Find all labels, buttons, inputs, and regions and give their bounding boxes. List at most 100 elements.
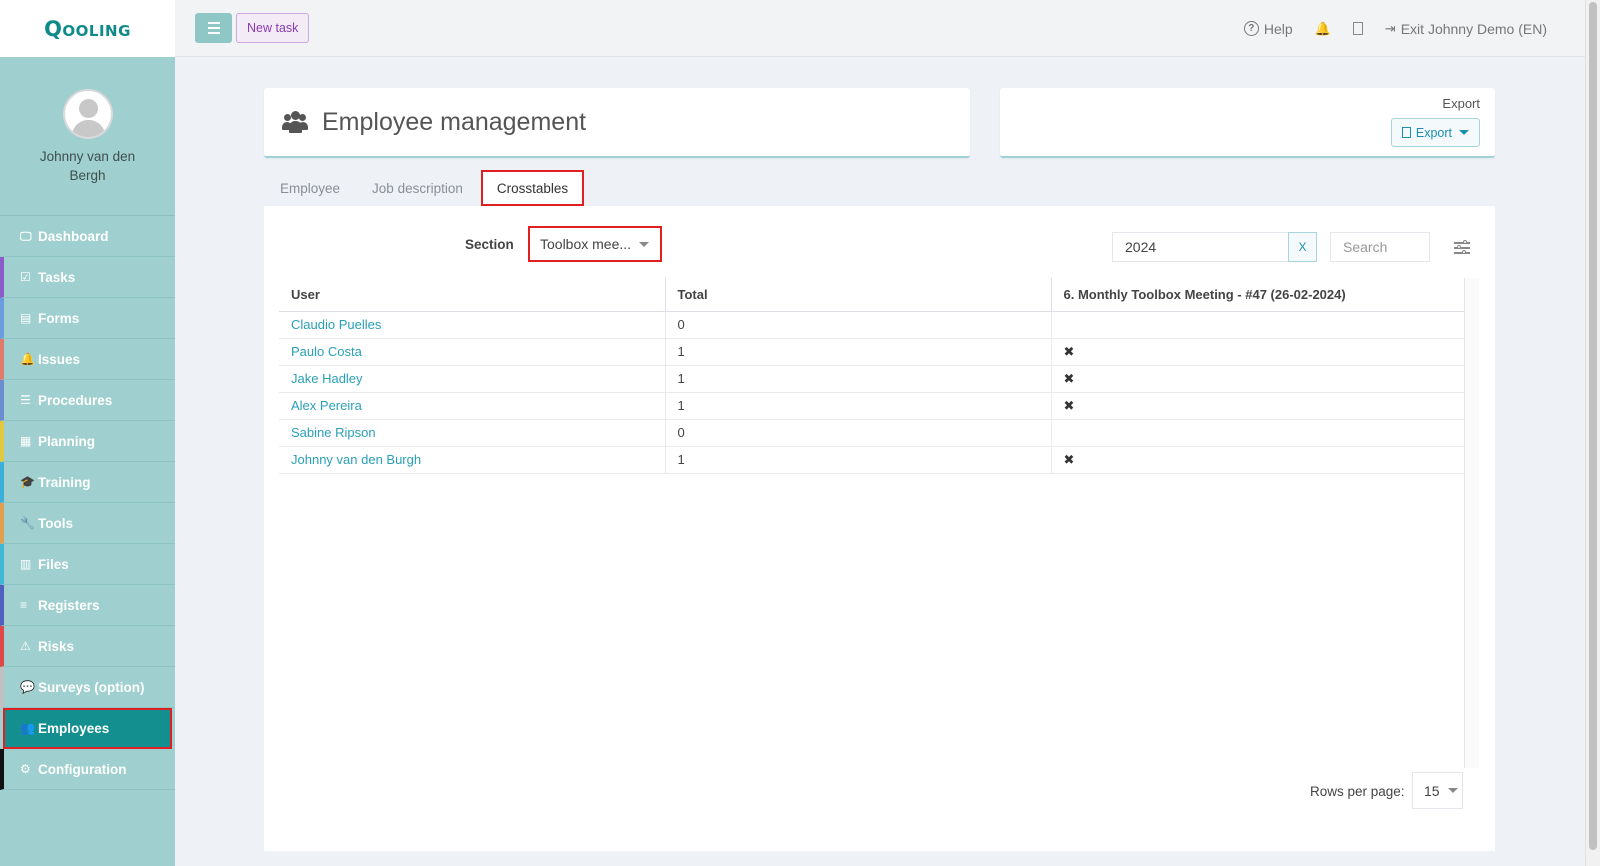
total-cell: 1 (664, 338, 1051, 366)
page-scrollbar[interactable] (1585, 0, 1600, 866)
clear-year-button[interactable]: X (1288, 232, 1317, 262)
building-icon (1352, 22, 1363, 35)
sidebar-item-label: Files (38, 556, 69, 572)
sidebar-item-configuration[interactable]: ⚙ Configuration (0, 749, 175, 790)
calendar-icon: ▦ (20, 434, 32, 448)
sidebar-item-label: Surveys (option) (38, 679, 145, 695)
graduation-cap-icon: 🎓 (20, 475, 35, 489)
file-pdf-icon: ▥ (20, 557, 32, 571)
building-button[interactable] (1352, 22, 1363, 35)
users-icon: 👥 (20, 721, 35, 735)
table-row: Sabine Ripson 0 (279, 419, 1464, 447)
column-header-meeting[interactable]: 6. Monthly Toolbox Meeting - #47 (26-02-… (1050, 278, 1464, 312)
rows-per-page-label: Rows per page: (1310, 784, 1405, 799)
wrench-icon: 🔧 (20, 516, 35, 530)
page-title: Employee management (322, 107, 587, 136)
column-header-total[interactable]: Total (664, 278, 1051, 312)
sidebar-item-planning[interactable]: ▦ Planning (0, 421, 175, 462)
total-cell: 1 (664, 392, 1051, 420)
year-filter-input[interactable]: 2024 (1112, 232, 1289, 262)
crosstable-panel: Section Toolbox mee... 2024 X Search Use… (264, 206, 1495, 851)
export-button[interactable]: Export (1390, 118, 1480, 147)
export-button-label: Export (1415, 125, 1452, 140)
avatar[interactable] (62, 89, 113, 139)
sidebar-item-tools[interactable]: 🔧 Tools (0, 503, 175, 544)
notifications-button[interactable]: 🔔 (1315, 21, 1331, 37)
user-profile: Johnny van den Bergh (0, 57, 175, 216)
sidebar-item-surveys-option[interactable]: 💬 Surveys (option) (0, 667, 175, 708)
search-input[interactable]: Search (1330, 232, 1430, 262)
user-link[interactable]: Jake Hadley (279, 365, 665, 393)
sidebar-item-label: Forms (38, 310, 80, 326)
hamburger-menu-button[interactable] (195, 13, 232, 43)
help-link[interactable]: ? Help (1243, 20, 1293, 37)
caret-down-icon (1459, 130, 1469, 135)
rows-per-page-select[interactable]: 15 (1412, 772, 1463, 809)
list-icon: ☰ (20, 393, 31, 407)
monitor-icon: 🖵 (20, 228, 32, 243)
new-task-button[interactable]: New task (236, 13, 310, 43)
sidebar-item-label: Procedures (38, 392, 113, 408)
profile-name: Johnny van den Bergh (39, 149, 136, 183)
total-cell: 0 (664, 311, 1051, 339)
caret-down-icon (639, 241, 650, 247)
rows-per-page-value: 15 (1424, 782, 1440, 799)
caret-down-icon (1447, 788, 1458, 793)
user-link[interactable]: Alex Pereira (279, 392, 665, 420)
logo-text: Qooling (44, 16, 131, 41)
sidebar-item-files[interactable]: ▥ Files (0, 544, 175, 585)
warning-icon: ⚠ (20, 639, 31, 653)
sidebar-item-label: Issues (38, 351, 81, 367)
user-link[interactable]: Paulo Costa (279, 338, 665, 366)
sidebar-item-label: Employees (38, 720, 110, 736)
sidebar-item-procedures[interactable]: ☰ Procedures (0, 380, 175, 421)
app-logo[interactable]: Qooling (0, 0, 175, 57)
bell-icon: 🔔 (1314, 20, 1331, 36)
sidebar-item-label: Dashboard (38, 228, 109, 244)
topbar: New task ? Help 🔔 ⇥ Exit Johnny Demo (EN… (175, 0, 1585, 57)
user-link[interactable]: Claudio Puelles (279, 311, 665, 339)
gear-icon: ⚙ (20, 762, 31, 776)
exit-label: Exit Johnny Demo (EN) (1400, 20, 1547, 37)
tab-job-description[interactable]: Job description (356, 170, 479, 206)
sidebar-item-forms[interactable]: ▤ Forms (0, 298, 175, 339)
check-square-icon: ☑ (20, 270, 31, 284)
sidebar-item-risks[interactable]: ⚠ Risks (0, 626, 175, 667)
sidebar-item-issues[interactable]: 🔔 Issues (0, 339, 175, 380)
meeting-cell (1050, 419, 1464, 447)
exit-link[interactable]: ⇥ Exit Johnny Demo (EN) (1385, 21, 1547, 37)
column-settings-icon[interactable] (1454, 239, 1470, 254)
users-icon (282, 111, 308, 133)
sidebar-item-label: Registers (38, 597, 100, 613)
sidebar-item-registers[interactable]: ≡ Registers (0, 585, 175, 626)
export-card: Export Export (1000, 88, 1495, 158)
meeting-cell: ✖ (1050, 392, 1464, 420)
sidebar-item-dashboard[interactable]: 🖵 Dashboard (0, 216, 175, 257)
tab-employee[interactable]: Employee (264, 170, 356, 206)
user-link[interactable]: Sabine Ripson (279, 419, 665, 447)
user-link[interactable]: Johnny van den Burgh (279, 446, 665, 474)
column-header-user[interactable]: User (279, 278, 665, 312)
section-select[interactable]: Toolbox mee... (528, 226, 662, 262)
sidebar-item-label: Configuration (38, 761, 127, 777)
tab-crosstables[interactable]: Crosstables (480, 170, 585, 206)
table-scrollbar[interactable] (1464, 278, 1479, 768)
meeting-cell: ✖ (1050, 446, 1464, 474)
section-label: Section (465, 237, 514, 252)
scrollbar-thumb[interactable] (1589, 2, 1597, 850)
sidebar-item-label: Tools (38, 515, 73, 531)
sidebar-item-training[interactable]: 🎓 Training (0, 462, 175, 503)
table-row: Jake Hadley 1 ✖ (279, 365, 1464, 393)
sidebar-item-tasks[interactable]: ☑ Tasks (0, 257, 175, 298)
table-row: Paulo Costa 1 ✖ (279, 338, 1464, 366)
table-row: Alex Pereira 1 ✖ (279, 392, 1464, 420)
total-cell: 1 (664, 365, 1051, 393)
comment-icon: 💬 (20, 680, 35, 694)
sidebar-item-employees[interactable]: 👥 Employees (3, 708, 172, 749)
tab-bar: Employee Job description Crosstables (264, 168, 585, 206)
help-label: Help (1263, 20, 1293, 37)
question-circle-icon: ? (1243, 21, 1259, 36)
topbar-right: ? Help 🔔 ⇥ Exit Johnny Demo (EN) (1243, 0, 1547, 57)
sidebar-nav: 🖵 Dashboard ☑ Tasks ▤ Forms 🔔 Issues ☰ Procedures… (0, 216, 175, 790)
sidebar-item-label: Tasks (38, 269, 76, 285)
